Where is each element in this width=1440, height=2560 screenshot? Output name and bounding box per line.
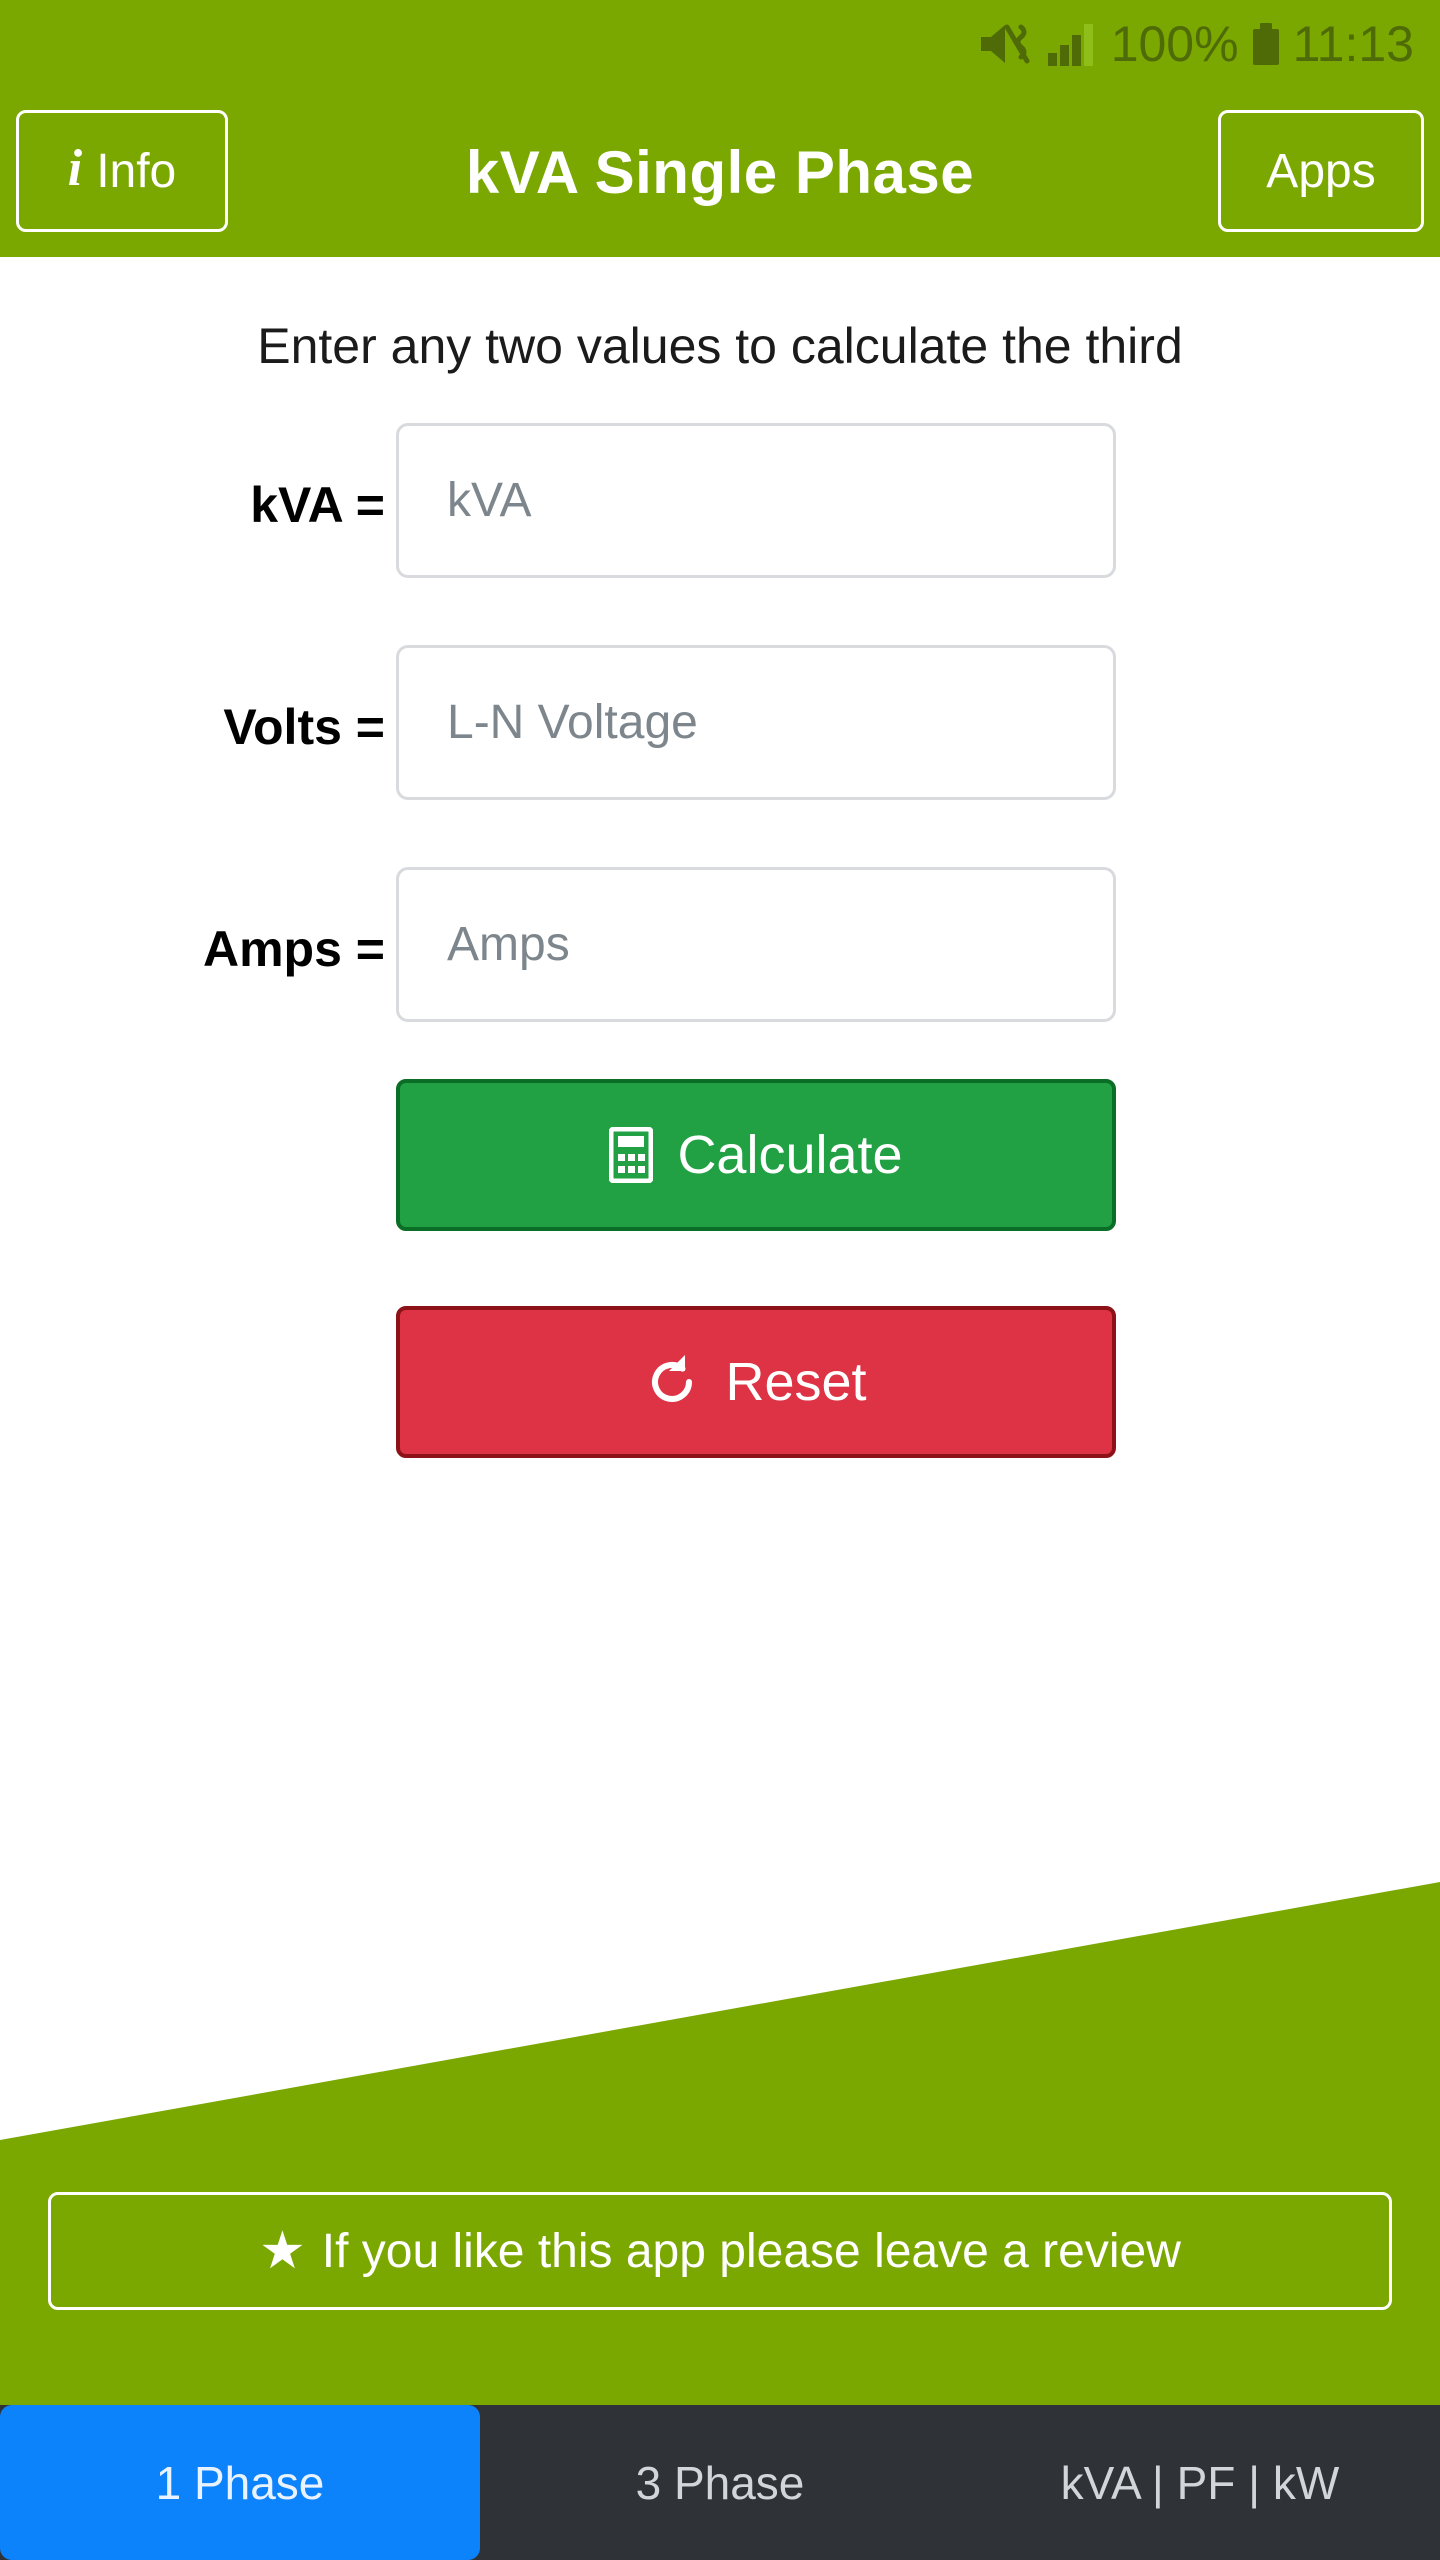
cellular-signal-icon <box>1047 22 1097 66</box>
field-row-amps: Amps = <box>0 867 1440 1031</box>
apps-button-label: Apps <box>1266 144 1376 198</box>
battery-full-icon <box>1252 23 1279 65</box>
info-button[interactable]: i Info <box>16 110 228 232</box>
apps-button[interactable]: Apps <box>1218 110 1424 232</box>
calculate-button-label: Calculate <box>677 1125 903 1185</box>
volts-label: Volts = <box>223 699 385 755</box>
tab-3-phase-label: 3 Phase <box>635 2456 805 2509</box>
tab-1-phase-label: 1 Phase <box>155 2456 325 2509</box>
info-i-icon: i <box>67 140 83 197</box>
clock-label: 11:13 <box>1292 16 1414 72</box>
info-button-label: Info <box>96 144 177 198</box>
bottom-tab-bar: 1 Phase 3 Phase kVA | PF | kW <box>0 2405 1440 2560</box>
kva-input[interactable] <box>396 423 1116 578</box>
reset-button-label: Reset <box>725 1352 867 1412</box>
field-row-volts: Volts = <box>0 645 1440 809</box>
volts-input[interactable] <box>396 645 1116 800</box>
tab-3-phase[interactable]: 3 Phase <box>480 2405 960 2560</box>
status-bar: 100% 11:13 <box>0 0 1440 88</box>
volume-mute-vibrate-icon <box>977 21 1033 67</box>
refresh-cw-icon <box>645 1353 701 1411</box>
amps-label: Amps = <box>202 921 385 977</box>
leave-review-label: If you like this app please leave a revi… <box>321 2224 1181 2278</box>
battery-percent-label: 100% <box>1110 16 1239 72</box>
main-content: Enter any two values to calculate the th… <box>0 257 1440 1458</box>
star-icon: ★ <box>259 2222 306 2280</box>
reset-button[interactable]: Reset <box>396 1306 1116 1458</box>
calculator-icon <box>609 1127 654 1183</box>
tab-kva-pf-kw-label: kVA | PF | kW <box>1060 2456 1340 2509</box>
instruction-text: Enter any two values to calculate the th… <box>257 318 1183 374</box>
tab-1-phase[interactable]: 1 Phase <box>0 2405 480 2560</box>
leave-review-banner[interactable]: ★ If you like this app please leave a re… <box>48 2192 1392 2310</box>
calculate-button[interactable]: Calculate <box>396 1079 1116 1231</box>
tab-kva-pf-kw[interactable]: kVA | PF | kW <box>960 2405 1440 2560</box>
field-row-kva: kVA = <box>0 423 1440 587</box>
kva-label: kVA = <box>250 477 385 533</box>
app-root: 100% 11:13 i Info kVA Single Phase Apps … <box>0 0 1440 2560</box>
amps-input[interactable] <box>396 867 1116 1022</box>
input-fields-group: kVA = Volts = Amps = <box>0 423 1440 1031</box>
app-bar: i Info kVA Single Phase Apps <box>0 88 1440 257</box>
